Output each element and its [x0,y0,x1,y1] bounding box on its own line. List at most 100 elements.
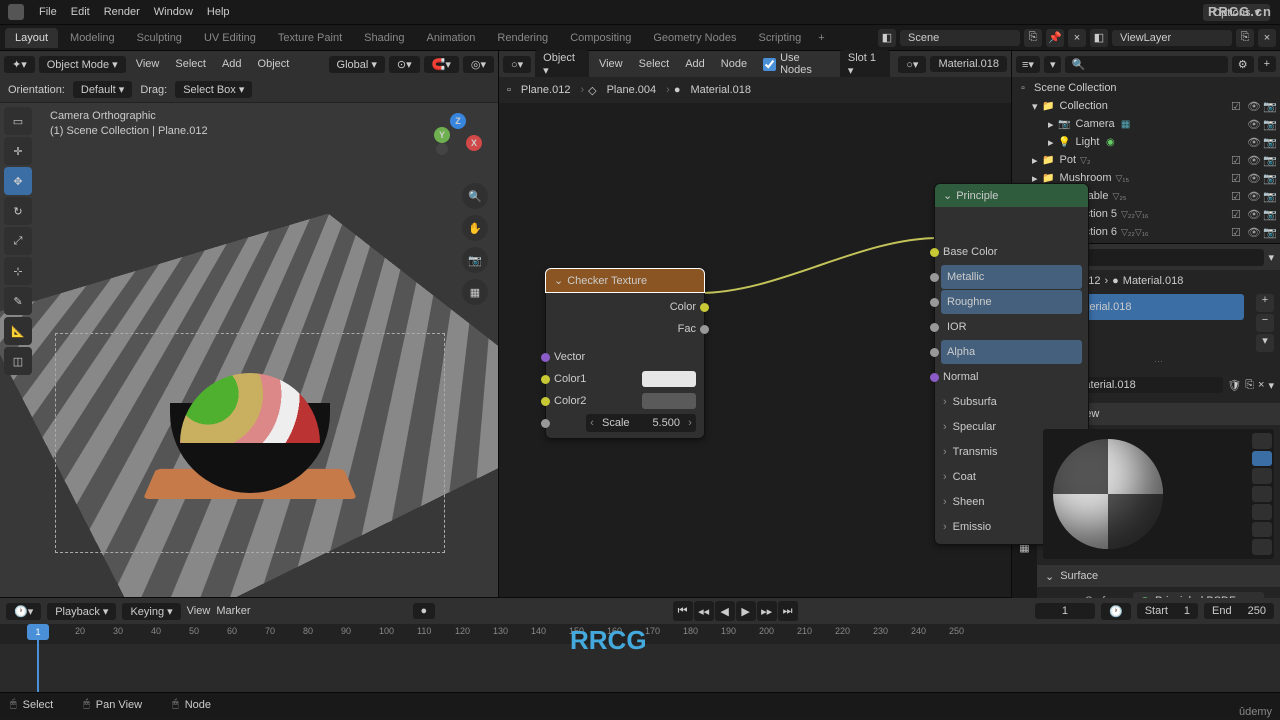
node-editor-type-dropdown[interactable]: ○▾ [503,56,531,73]
outliner-new-collection[interactable]: + [1258,56,1276,72]
scale-decrement-icon[interactable]: ‹ [586,417,598,429]
axis-z-icon[interactable]: Z [450,113,466,129]
scene-delete-icon[interactable]: × [1068,29,1086,47]
preview-hair-icon[interactable] [1252,486,1272,502]
breadcrumb-object[interactable]: Plane.012 [515,82,577,98]
menu-file[interactable]: File [32,6,64,18]
tl-keying-menu[interactable]: Keying ▾ [122,603,180,620]
menu-edit[interactable]: Edit [64,6,97,18]
tab-layout[interactable]: Layout [5,28,58,48]
material-unlink-icon[interactable]: × [1258,379,1264,391]
jump-end-button[interactable]: ⏭ [778,601,798,621]
tab-scripting[interactable]: Scripting [748,28,811,48]
slider-roughness[interactable]: Roughne [941,290,1082,314]
perspective-toggle-button[interactable]: ▦ [462,279,488,305]
drag-action-dropdown[interactable]: Select Box ▾ [175,81,252,98]
scene-pin-icon[interactable]: 📌 [1046,29,1064,47]
socket-base-color[interactable]: Base Color [935,240,1088,264]
vp-menu-object[interactable]: Object [252,58,296,70]
slider-alpha[interactable]: Alpha [941,340,1082,364]
playhead[interactable]: 1 [37,624,39,692]
ne-menu-view[interactable]: View [593,58,629,70]
preview-cube-icon[interactable] [1252,468,1272,484]
tab-compositing[interactable]: Compositing [560,28,641,48]
tab-modeling[interactable]: Modeling [60,28,125,48]
material-slot-menu[interactable]: ▾ [1256,334,1274,352]
proportional-dropdown[interactable]: ◎▾ [463,56,494,73]
color1-swatch[interactable] [642,371,696,387]
tool-add-cube[interactable]: ◫ [4,347,32,375]
scene-name-field[interactable]: Scene [900,30,1020,46]
pan-button[interactable]: ✋ [462,215,488,241]
material-nodes-icon[interactable]: ▾ [1268,379,1274,392]
material-name-input[interactable] [1069,377,1223,393]
tool-rotate[interactable]: ↻ [4,197,32,225]
expand-subsurface[interactable]: Subsurfa [935,390,1088,414]
frame-range-icon[interactable]: 🕐 [1101,603,1131,620]
outliner-search[interactable]: 🔍 [1065,56,1227,73]
add-workspace-button[interactable]: + [812,32,830,44]
material-slot-remove[interactable]: − [1256,314,1274,332]
editor-type-dropdown[interactable]: ✦▾ [4,56,35,73]
tab-rendering[interactable]: Rendering [487,28,558,48]
tree-pot[interactable]: ▸📁Pot▽₂☑👁📷 [1012,151,1280,169]
preview-cloth-icon[interactable] [1252,522,1272,538]
scene-new-icon[interactable]: ⎘ [1024,29,1042,47]
tl-marker-menu[interactable]: Marker [216,605,250,617]
socket-in-scale[interactable]: ‹ Scale 5.500 › [546,412,704,434]
menu-render[interactable]: Render [97,6,147,18]
material-slot-add[interactable]: + [1256,294,1274,312]
vp-menu-add[interactable]: Add [216,58,248,70]
material-slot-dropdown[interactable]: Slot 1 ▾ [840,50,890,79]
jump-start-button[interactable]: ⏮ [673,601,693,621]
preview-flat-icon[interactable] [1252,433,1272,449]
outliner-filter-button[interactable]: ⚙ [1232,56,1254,73]
preview-fluid-icon[interactable] [1252,539,1272,555]
timeline-type-dropdown[interactable]: 🕐▾ [6,603,41,620]
tool-orientation-dropdown[interactable]: Default ▾ [73,81,132,98]
tab-shading[interactable]: Shading [354,28,414,48]
socket-normal[interactable]: Normal [935,365,1088,389]
zoom-button[interactable]: 🔍 [462,183,488,209]
play-reverse-button[interactable]: ◀ [715,601,735,621]
slider-ior[interactable]: IOR [941,315,1082,339]
ne-menu-add[interactable]: Add [679,58,711,70]
color2-swatch[interactable] [642,393,696,409]
viewlayer-delete-icon[interactable]: × [1258,29,1276,47]
material-name-field[interactable]: Material.018 [930,56,1007,72]
camera-view-button[interactable]: 📷 [462,247,488,273]
snap-dropdown[interactable]: 🧲▾ [424,56,459,73]
socket-out-fac[interactable]: Fac [546,318,704,340]
vp-menu-view[interactable]: View [130,58,166,70]
node-checker-texture[interactable]: ⌄ Checker Texture Color Fac Vector Color… [545,268,705,439]
autokey-toggle[interactable]: ● [413,603,436,619]
node-graph-canvas[interactable]: ⌄ Checker Texture Color Fac Vector Color… [499,103,1011,597]
material-fake-user-icon[interactable]: 🛡 [1227,379,1241,392]
slider-metallic[interactable]: Metallic [941,265,1082,289]
tool-move[interactable]: ✥ [4,167,32,195]
outliner-type-dropdown[interactable]: ≡▾ [1016,56,1040,73]
3d-viewport[interactable]: ▭ ✛ ✥ ↻ ⤢ ⊹ ✎ 📐 ◫ Camera Orthographic (1… [0,103,498,597]
use-nodes-checkbox[interactable]: Use Nodes [757,52,836,76]
material-copy-icon[interactable]: ⎘ [1245,379,1254,392]
socket-in-color1[interactable]: Color1 [546,368,704,390]
tool-cursor[interactable]: ✛ [4,137,32,165]
tree-collection[interactable]: ▾📁Collection☑👁📷 [1012,97,1280,115]
end-frame-field[interactable]: End250 [1204,603,1274,619]
breadcrumb-mesh[interactable]: Plane.004 [601,82,663,98]
tab-animation[interactable]: Animation [417,28,486,48]
axis-y-icon[interactable]: Y [434,127,450,143]
socket-out-color[interactable]: Color [546,296,704,318]
breadcrumb-material[interactable]: Material.018 [684,82,757,98]
tree-light[interactable]: ▸💡Light◉👁📷 [1012,133,1280,151]
shader-type-dropdown[interactable]: Object ▾ [535,50,589,79]
tl-playback-menu[interactable]: Playback ▾ [47,603,116,620]
menu-help[interactable]: Help [200,6,237,18]
props-options-dropdown[interactable]: ▾ [1268,251,1274,264]
current-frame-field[interactable]: 1 [1035,603,1095,619]
axis-neg-icon[interactable] [436,143,448,155]
prev-key-button[interactable]: ◂◂ [694,601,714,621]
pivot-dropdown[interactable]: ⊙▾ [389,56,420,73]
scene-browse-icon[interactable]: ◧ [878,29,896,47]
vp-menu-select[interactable]: Select [169,58,212,70]
